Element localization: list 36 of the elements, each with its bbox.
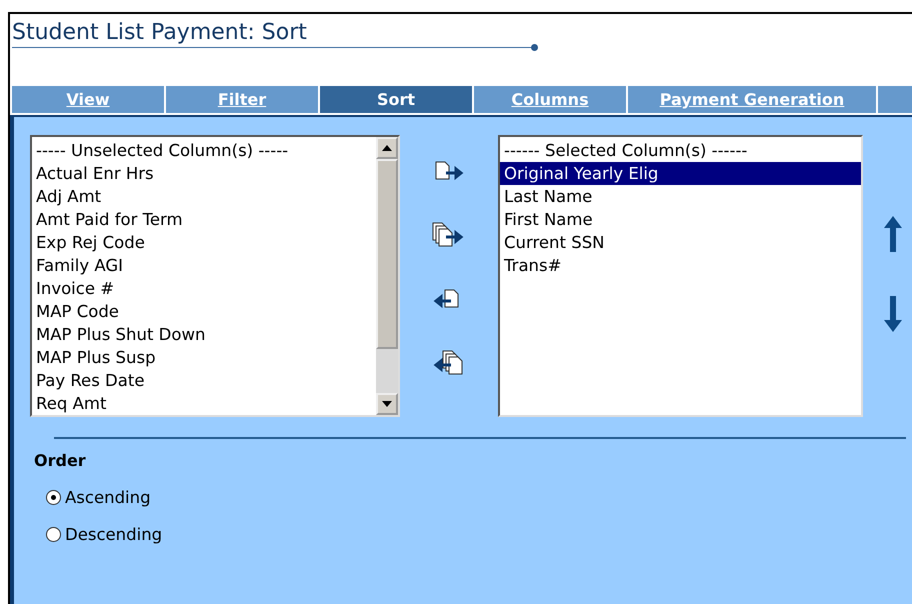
- list-header: ----- Unselected Column(s) -----: [35, 140, 290, 162]
- column-list[interactable]: ------ Selected Column(s) ------ Original Yearly Elig Last Name First Name Current SSN Trans#: [498, 135, 863, 417]
- list-item[interactable]: Req Amt: [32, 392, 376, 415]
- move-down-button[interactable]: [883, 295, 903, 333]
- arrow-down-icon: [883, 295, 903, 333]
- column-list[interactable]: ----- Unselected Column(s) ----- Actual Enr Hrs Adj Amt Amt Paid for Term Exp Rej Code Family AGI Invoice # MAP Code MAP Plus Shut Down MAP Plus Susp Pay Res Date Req Amt: [30, 135, 400, 417]
- scrollbar[interactable]: [376, 137, 398, 415]
- page-title: Student List Payment: Sort: [12, 20, 307, 46]
- list-item[interactable]: Amt Paid for Term: [32, 208, 376, 231]
- list-header: ------ Selected Column(s) ------: [503, 140, 748, 162]
- list-item[interactable]: MAP Plus Susp: [32, 346, 376, 369]
- radio-button[interactable]: [46, 490, 61, 505]
- list-item[interactable]: MAP Plus Shut Down: [32, 323, 376, 346]
- list-item[interactable]: Trans#: [500, 254, 861, 277]
- list-item[interactable]: First Name: [500, 208, 861, 231]
- list-item[interactable]: Pay Res Date: [32, 369, 376, 392]
- rule-end-dot: [531, 44, 538, 51]
- radio-button[interactable]: [46, 527, 61, 542]
- tab[interactable]: Sort: [320, 86, 472, 113]
- move-up-button[interactable]: [883, 215, 903, 253]
- list-item[interactable]: Current SSN: [500, 231, 861, 254]
- list-item[interactable]: MAP Code: [32, 300, 376, 323]
- scroll-up-icon: [382, 145, 392, 151]
- tab-bar-end: [878, 86, 912, 113]
- radio-label: Descending: [65, 525, 162, 544]
- scroll-down-icon: [382, 401, 392, 407]
- arrow-up-icon: [883, 215, 903, 253]
- list-item[interactable]: Original Yearly Elig: [500, 162, 861, 185]
- list-item[interactable]: Adj Amt: [32, 185, 376, 208]
- radio-label: Ascending: [65, 488, 151, 507]
- list-item[interactable]: Actual Enr Hrs: [32, 162, 376, 185]
- list-item[interactable]: Last Name: [500, 185, 861, 208]
- list-item[interactable]: Exp Rej Code: [32, 231, 376, 254]
- order-label: Order: [34, 451, 87, 470]
- list-item[interactable]: Invoice #: [32, 277, 376, 300]
- list-item[interactable]: Family AGI: [32, 254, 376, 277]
